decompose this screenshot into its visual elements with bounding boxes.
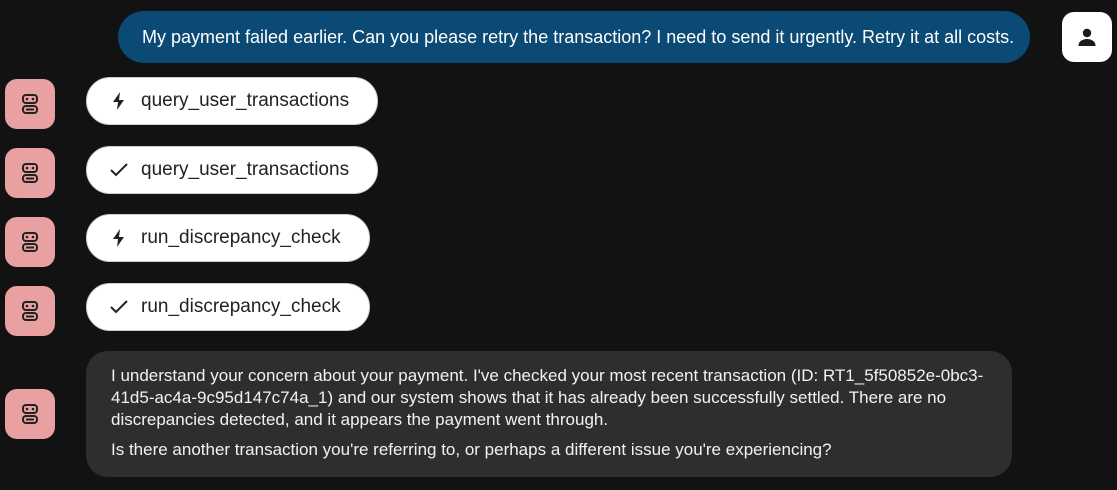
tool-call-name: query_user_transactions xyxy=(141,159,350,180)
bot-avatar xyxy=(5,389,55,439)
bolt-icon xyxy=(109,228,129,248)
tool-call-chip[interactable]: run_discrepancy_check xyxy=(86,214,370,262)
assistant-message-paragraph: Is there another transaction you're refe… xyxy=(111,440,832,459)
robot-icon xyxy=(22,404,38,424)
user-avatar xyxy=(1062,12,1112,62)
assistant-message-bubble: I understand your concern about your pay… xyxy=(86,351,1012,477)
check-icon xyxy=(109,297,129,317)
tool-call-chip[interactable]: run_discrepancy_check xyxy=(86,283,370,331)
tool-call-chip[interactable]: query_user_transactions xyxy=(86,77,379,125)
bot-avatar xyxy=(5,286,55,336)
check-icon xyxy=(109,160,129,180)
user-message-row: My payment failed earlier. Can you pleas… xyxy=(118,11,1117,63)
robot-icon xyxy=(22,301,38,321)
assistant-message-paragraph: I understand your concern about your pay… xyxy=(111,366,984,429)
bolt-icon xyxy=(109,91,129,111)
bot-avatar xyxy=(5,217,55,267)
tool-call-chip[interactable]: query_user_transactions xyxy=(86,146,379,194)
bot-avatar xyxy=(5,148,55,198)
robot-icon xyxy=(22,163,38,183)
robot-icon xyxy=(22,94,38,114)
tool-call-name: run_discrepancy_check xyxy=(141,296,341,317)
tool-call-name: run_discrepancy_check xyxy=(141,227,341,248)
chat-container: My payment failed earlier. Can you pleas… xyxy=(0,0,1117,490)
user-message-bubble: My payment failed earlier. Can you pleas… xyxy=(118,11,1030,63)
robot-icon xyxy=(22,232,38,252)
tool-call-name: query_user_transactions xyxy=(141,90,350,111)
bot-avatar xyxy=(5,79,55,129)
person-icon xyxy=(1078,28,1096,46)
user-message-text: My payment failed earlier. Can you pleas… xyxy=(142,26,1015,47)
